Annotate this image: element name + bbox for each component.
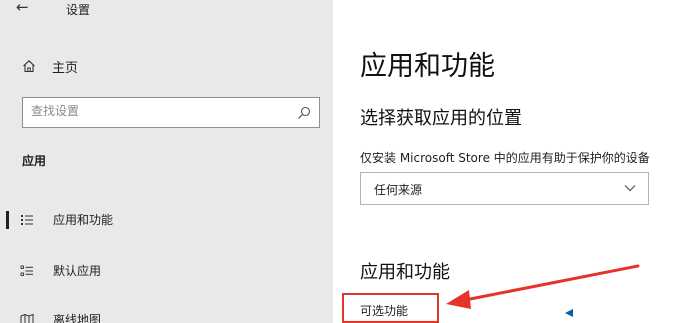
sidebar-item-offline-maps[interactable]: 离线地图: [0, 305, 333, 323]
window-title: 设置: [66, 3, 91, 17]
map-icon: [20, 313, 34, 323]
sidebar-item-label: 离线地图: [53, 313, 102, 323]
optional-features-link[interactable]: 可选功能: [342, 293, 439, 323]
dropdown-selected-value: 任何来源: [374, 183, 423, 197]
page-title: 应用和功能: [360, 51, 495, 82]
settings-content-pane: 应用和功能 选择获取应用的位置 仅安装 Microsoft Store 中的应用…: [333, 0, 689, 323]
optional-features-label: 可选功能: [360, 304, 409, 318]
sidebar-item-label: 应用和功能: [53, 213, 114, 227]
nav-home[interactable]: 主页: [22, 55, 78, 77]
install-source-description: 仅安装 Microsoft Store 中的应用有助于保护你的设备: [360, 151, 650, 165]
title-bar: ← 设置: [0, 0, 333, 22]
search-box[interactable]: [22, 97, 320, 128]
chevron-down-icon: [624, 185, 636, 192]
apps-list-icon: [21, 215, 33, 225]
selected-indicator: [6, 211, 9, 229]
home-icon: [23, 60, 35, 73]
settings-nav-pane: ← 设置 主页 应用 应用和功能: [0, 0, 333, 323]
sidebar-item-apps-features[interactable]: 应用和功能: [0, 205, 333, 235]
sidebar-item-default-apps[interactable]: 默认应用: [0, 256, 333, 286]
nav-section-heading: 应用: [22, 154, 47, 168]
back-button[interactable]: ←: [16, 0, 29, 16]
install-source-heading: 选择获取应用的位置: [360, 108, 522, 129]
search-icon[interactable]: [297, 106, 311, 120]
nav-home-label: 主页: [52, 60, 79, 76]
sidebar-item-label: 默认应用: [53, 264, 102, 278]
search-input[interactable]: [31, 104, 281, 118]
default-apps-icon: [20, 265, 33, 276]
install-source-dropdown[interactable]: 任何来源: [360, 172, 649, 205]
apps-features-heading: 应用和功能: [360, 262, 450, 283]
